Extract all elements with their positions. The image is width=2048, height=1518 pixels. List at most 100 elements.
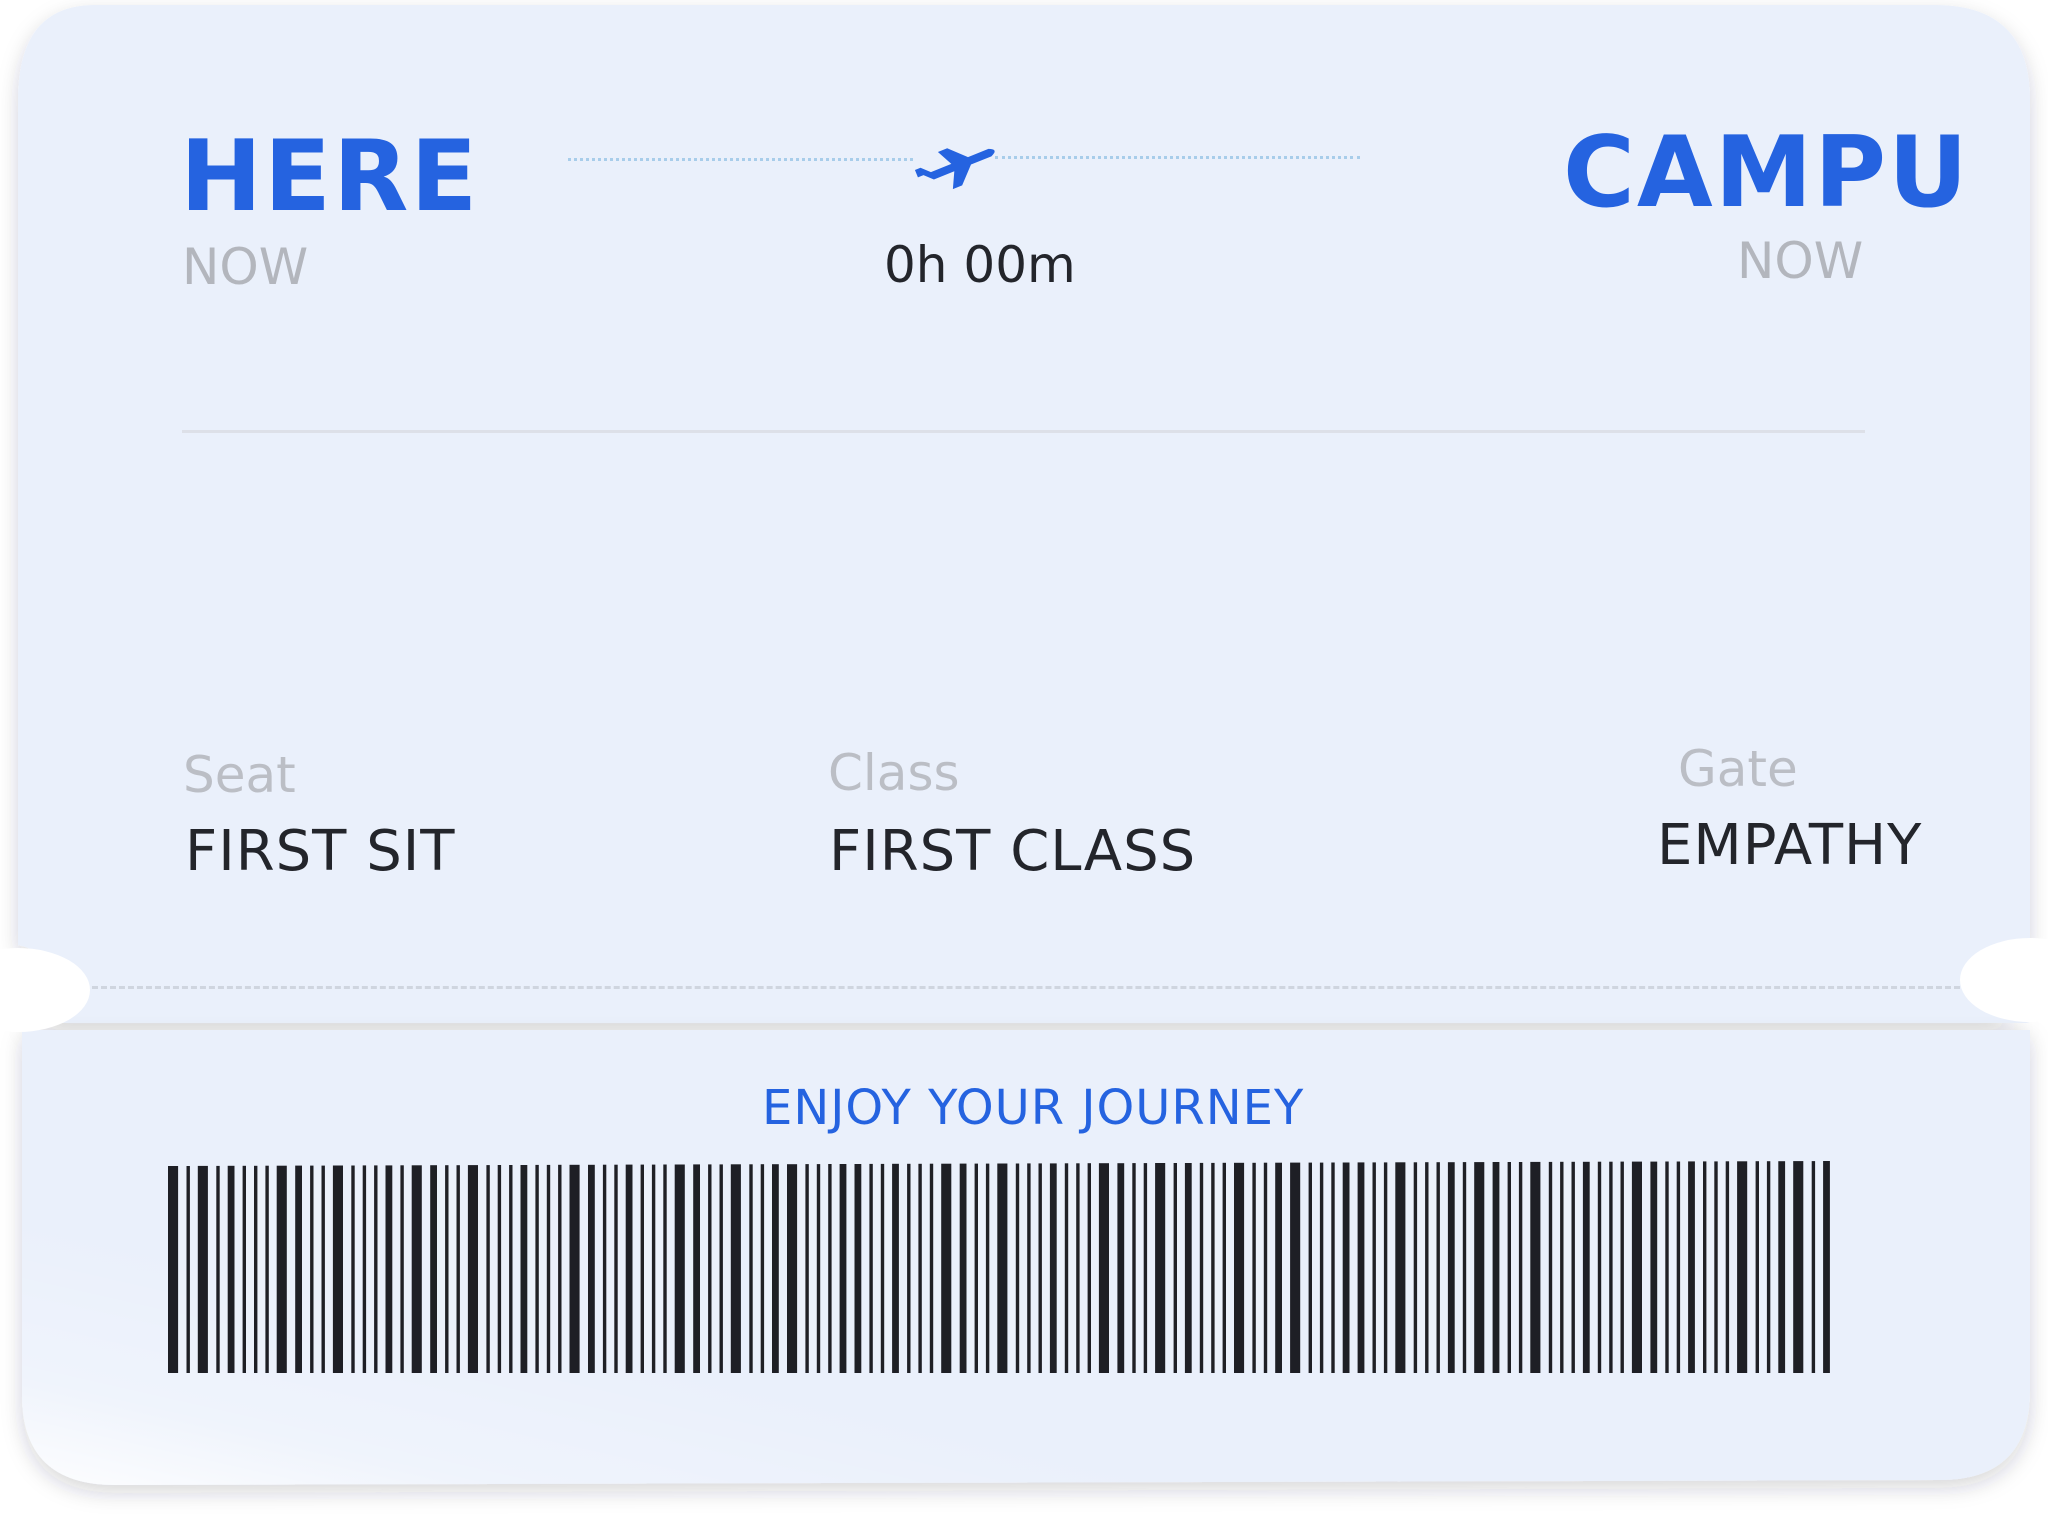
barcode-bar <box>1064 1163 1069 1373</box>
barcode-bar <box>1319 1162 1324 1373</box>
barcode-bar <box>265 1165 269 1373</box>
barcode-bar <box>486 1165 490 1373</box>
barcode-bar <box>520 1165 528 1373</box>
barcode-bar <box>1413 1162 1418 1373</box>
barcode-bar <box>411 1165 422 1373</box>
barcode-bar <box>1132 1163 1136 1373</box>
barcode-bar <box>1383 1162 1388 1373</box>
barcode-bar <box>1560 1161 1564 1373</box>
barcode-bar <box>625 1164 633 1373</box>
barcode-bar <box>974 1163 978 1373</box>
barcode-bar <box>467 1165 478 1373</box>
barcode-bar <box>1725 1161 1730 1373</box>
barcode-bar <box>374 1165 378 1373</box>
class-value: FIRST CLASS <box>829 819 1197 884</box>
barcode-bar <box>242 1165 246 1373</box>
barcode-bar <box>1676 1161 1681 1373</box>
barcode-bar <box>880 1163 885 1373</box>
journey-message: ENJOY YOUR JOURNEY <box>762 1080 1305 1136</box>
barcode-bar <box>1571 1161 1575 1373</box>
barcode-bar <box>1211 1162 1215 1373</box>
barcode-bar <box>558 1164 562 1373</box>
barcode-bar <box>1823 1161 1830 1373</box>
barcode-bar <box>640 1164 644 1373</box>
barcode-bar <box>1049 1163 1057 1373</box>
barcode-bar <box>663 1164 667 1373</box>
barcode-bar <box>295 1165 302 1373</box>
barcode-bar <box>929 1163 934 1373</box>
barcode-bar <box>1665 1161 1669 1373</box>
barcode-bar <box>1331 1162 1335 1373</box>
barcode-bar <box>602 1164 607 1373</box>
barcode-bar <box>1530 1161 1541 1373</box>
barcode-bar <box>1474 1162 1485 1373</box>
barcode-bar <box>321 1165 325 1373</box>
barcode-bar <box>1811 1161 1816 1373</box>
class-label: Class <box>828 744 960 802</box>
barcode-bar <box>546 1164 551 1373</box>
barcode-bar <box>1395 1162 1406 1373</box>
barcode-bar <box>1609 1161 1613 1373</box>
barcode-bar <box>1290 1162 1301 1373</box>
barcode-bar <box>941 1163 952 1373</box>
barcode-bar <box>1447 1162 1455 1373</box>
barcode-bar <box>1184 1163 1192 1373</box>
barcode-bar <box>1275 1162 1282 1373</box>
barcode-bar <box>1737 1161 1748 1373</box>
gate-label: Gate <box>1678 740 1798 798</box>
barcode-bar <box>719 1164 723 1373</box>
barcode-bar <box>1631 1161 1642 1373</box>
barcode-bar <box>332 1165 343 1373</box>
destination-time: NOW <box>1737 232 1864 290</box>
barcode-bar <box>1234 1162 1245 1373</box>
barcode-bar <box>588 1164 595 1373</box>
header-divider <box>182 430 1865 433</box>
barcode-bar <box>276 1165 287 1373</box>
barcode-bar <box>708 1164 712 1373</box>
barcode-bar <box>168 1166 179 1373</box>
barcode-bar <box>854 1164 862 1373</box>
barcode-bar <box>1755 1161 1759 1373</box>
barcode-bar <box>651 1164 656 1373</box>
barcode-bar <box>535 1164 539 1373</box>
barcode-bar <box>1714 1161 1718 1373</box>
barcode-bar <box>1087 1163 1091 1373</box>
barcode-bar <box>1688 1161 1695 1373</box>
barcode-bar <box>805 1164 809 1373</box>
barcode-bar <box>1793 1161 1804 1373</box>
gate-value: EMPATHY <box>1657 813 1923 878</box>
barcode-bar <box>1357 1162 1365 1373</box>
flight-duration: 0h 00m <box>884 236 1076 294</box>
barcode-bar <box>1117 1163 1125 1373</box>
barcode-bar <box>997 1163 1008 1373</box>
barcode-bar <box>1173 1163 1177 1373</box>
barcode-bar <box>497 1165 502 1373</box>
barcode-bar <box>772 1164 779 1373</box>
seat-value: FIRST SIT <box>185 819 456 884</box>
barcode-bar <box>907 1163 911 1373</box>
barcode-bar <box>1143 1163 1148 1373</box>
barcode-bar <box>400 1165 404 1373</box>
flight-path-left <box>568 158 913 161</box>
barcode-bar <box>1098 1163 1109 1373</box>
barcode-bar <box>1015 1163 1020 1373</box>
barcode-bar <box>1650 1161 1658 1373</box>
barcode-bar <box>1703 1161 1707 1373</box>
barcode-bar <box>509 1165 513 1373</box>
airplane-takeoff-icon <box>914 148 995 190</box>
barcode-bar <box>985 1163 990 1373</box>
barcode-bar <box>730 1164 741 1373</box>
barcode <box>168 1161 1830 1373</box>
barcode-bar <box>1308 1162 1312 1373</box>
barcode-bar <box>816 1164 821 1373</box>
barcode-bar <box>1199 1162 1204 1373</box>
barcode-bar <box>1518 1162 1523 1373</box>
barcode-bar <box>869 1163 873 1373</box>
barcode-bar <box>1620 1161 1624 1373</box>
barcode-bar <box>1582 1161 1590 1373</box>
flight-path-right <box>995 156 1360 159</box>
origin-code: HERE <box>180 120 480 234</box>
barcode-bar <box>1263 1162 1268 1373</box>
barcode-bar <box>1425 1162 1429 1373</box>
barcode-bar <box>839 1164 847 1373</box>
